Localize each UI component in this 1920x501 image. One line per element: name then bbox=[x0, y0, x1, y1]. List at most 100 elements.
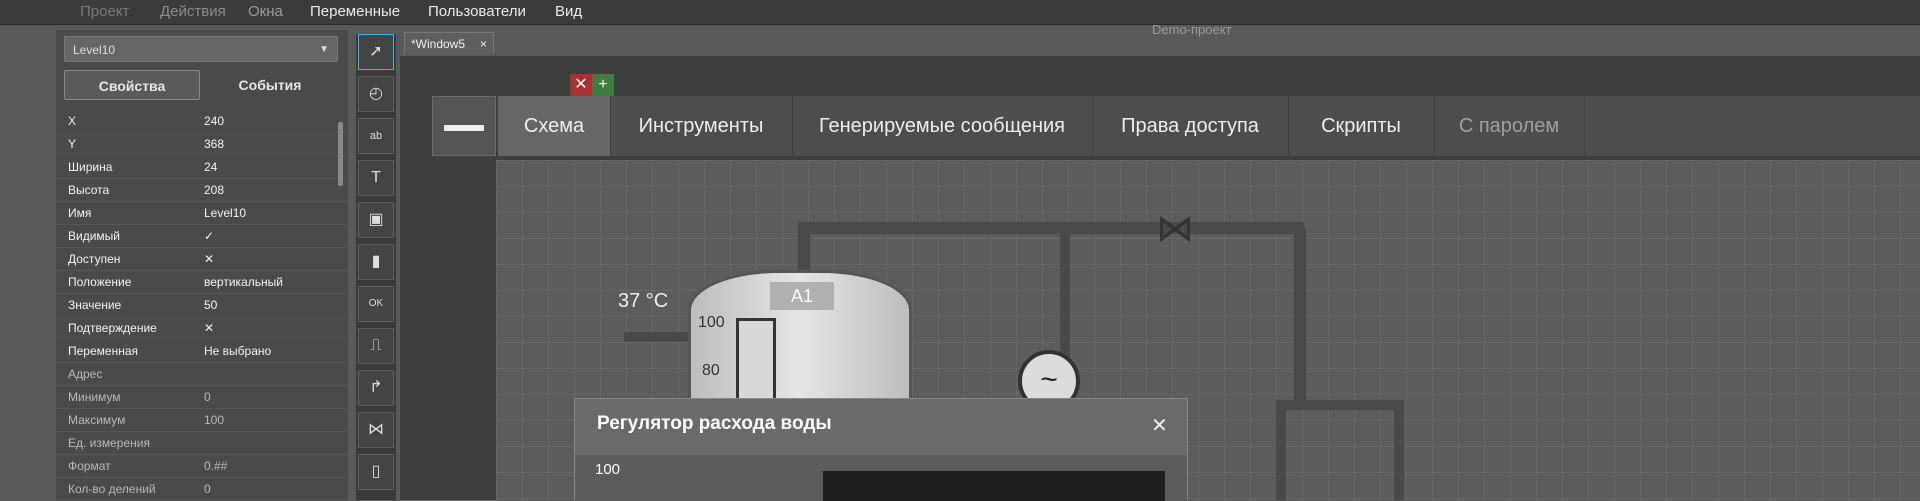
property-value[interactable]: Не выбрано bbox=[204, 344, 271, 358]
tab-scripts[interactable]: Скрипты bbox=[1288, 96, 1435, 156]
menu-variables[interactable]: Переменные bbox=[310, 3, 400, 20]
property-value[interactable]: 0.## bbox=[204, 459, 227, 473]
property-key: Имя bbox=[68, 206, 92, 220]
document-tab[interactable]: *Window5 × bbox=[404, 32, 494, 54]
property-row[interactable]: Видимый ✓ bbox=[56, 225, 346, 248]
pipe bbox=[1060, 228, 1070, 358]
property-row[interactable]: Адрес bbox=[56, 363, 346, 386]
shapes-icon[interactable]: ◴ bbox=[358, 76, 394, 112]
tab-access[interactable]: Права доступа bbox=[1092, 96, 1289, 156]
properties-tabs: Свойства События bbox=[64, 70, 338, 100]
tab-password[interactable]: С паролем bbox=[1434, 96, 1585, 156]
valve-icon[interactable]: ⋈ bbox=[358, 412, 394, 448]
tab-scheme[interactable]: Схема bbox=[498, 96, 611, 156]
gauge-icon[interactable]: ▮ bbox=[358, 244, 394, 280]
trend-display bbox=[823, 471, 1165, 501]
menu-windows[interactable]: Окна bbox=[248, 3, 283, 20]
property-key: Максимум bbox=[68, 413, 126, 427]
hamburger-icon[interactable]: ▬▬ bbox=[432, 96, 496, 156]
property-row[interactable]: Имя Level10 bbox=[56, 202, 346, 225]
pipe bbox=[1294, 228, 1306, 408]
property-row[interactable]: Кол-во делений 0 bbox=[56, 478, 346, 501]
property-row[interactable]: Максимум 100 bbox=[56, 409, 346, 432]
valve-icon[interactable]: ⋈ bbox=[1156, 210, 1194, 248]
property-row[interactable]: Доступен ✕ bbox=[56, 248, 346, 271]
property-row[interactable]: Высота 208 bbox=[56, 179, 346, 202]
properties-panel: Level10 ▼ Свойства События X 240 Y 368 Шир… bbox=[56, 30, 348, 501]
property-dropdown[interactable]: вертикальный bbox=[204, 275, 283, 289]
property-value[interactable]: 50 bbox=[204, 298, 217, 312]
cross-icon[interactable]: ✕ bbox=[204, 252, 214, 266]
pipe bbox=[624, 332, 694, 342]
property-row[interactable]: Ширина 24 bbox=[56, 156, 346, 179]
property-row[interactable]: Подтверждение ✕ bbox=[56, 317, 346, 340]
document-tab-title: *Window5 bbox=[411, 37, 466, 51]
chevron-down-icon: ▼ bbox=[319, 44, 329, 55]
property-key: Положение bbox=[68, 275, 132, 289]
property-key: Адрес bbox=[68, 367, 103, 381]
tab-events[interactable]: События bbox=[202, 70, 338, 100]
pipe bbox=[1276, 400, 1404, 410]
property-key: Минимум bbox=[68, 390, 121, 404]
cross-icon[interactable]: ✕ bbox=[204, 321, 214, 335]
property-key: Высота bbox=[68, 183, 110, 197]
image-icon[interactable]: ▣ bbox=[358, 202, 394, 238]
property-key: Y bbox=[68, 137, 77, 151]
tab-messages[interactable]: Генерируемые сообщения bbox=[792, 96, 1093, 156]
checkmark-icon[interactable]: ✓ bbox=[204, 229, 214, 243]
text-icon[interactable]: T bbox=[358, 160, 394, 196]
tab-properties[interactable]: Свойства bbox=[64, 70, 200, 100]
property-value[interactable]: 24 bbox=[204, 160, 217, 174]
property-row[interactable]: Положение вертикальный bbox=[56, 271, 346, 294]
property-row[interactable]: Ед. измерения bbox=[56, 432, 346, 455]
flow-regulator-dialog: Регулятор расхода воды ✕ 100 bbox=[574, 398, 1188, 501]
property-key: Кол-во делений bbox=[68, 482, 156, 496]
add-tab-button[interactable]: + bbox=[592, 74, 614, 96]
menu-view[interactable]: Вид bbox=[555, 3, 582, 20]
device-icon[interactable]: ▯ bbox=[358, 454, 394, 490]
close-icon[interactable]: ✕ bbox=[1151, 413, 1168, 438]
scale-label: 100 bbox=[595, 461, 621, 478]
cursor-icon[interactable]: ➚ bbox=[358, 34, 394, 70]
property-key: X bbox=[68, 114, 77, 128]
menu-bar: Проект Действия Окна Переменные Пользова… bbox=[0, 0, 1920, 25]
pipe-icon[interactable]: ↱ bbox=[358, 370, 394, 406]
properties-scrollbar[interactable] bbox=[338, 122, 343, 186]
property-value[interactable]: 368 bbox=[204, 137, 224, 151]
property-row[interactable]: Переменная Не выбрано bbox=[56, 340, 346, 363]
tank-label: A1 bbox=[770, 282, 834, 310]
dialog-title: Регулятор расхода воды bbox=[597, 413, 832, 434]
property-key: Переменная bbox=[68, 344, 138, 358]
pipe bbox=[800, 222, 1304, 234]
close-icon[interactable]: × bbox=[480, 33, 487, 55]
object-selector[interactable]: Level10 ▼ bbox=[64, 36, 338, 62]
property-row[interactable]: X 240 bbox=[56, 110, 346, 133]
tab-instruments[interactable]: Инструменты bbox=[610, 96, 793, 156]
property-value[interactable]: 0 bbox=[204, 482, 211, 496]
property-row[interactable]: Значение 50 bbox=[56, 294, 346, 317]
property-value[interactable]: 240 bbox=[204, 114, 224, 128]
property-value[interactable]: Level10 bbox=[204, 206, 246, 220]
property-row[interactable]: Минимум 0 bbox=[56, 386, 346, 409]
remove-tab-button[interactable]: ✕ bbox=[570, 74, 592, 96]
property-value[interactable]: 208 bbox=[204, 183, 224, 197]
property-grid: X 240 Y 368 Ширина 24 Высота 208 Имя Level10 … bbox=[56, 110, 346, 501]
menu-project[interactable]: Проект bbox=[80, 3, 129, 20]
temperature-label: 37 °C bbox=[618, 290, 669, 312]
property-row[interactable]: Y 368 bbox=[56, 133, 346, 156]
switch-icon[interactable]: ⎍ bbox=[358, 328, 394, 364]
property-row[interactable]: Формат 0.## bbox=[56, 455, 346, 478]
property-key: Подтверждение bbox=[68, 321, 157, 335]
property-key: Формат bbox=[68, 459, 111, 473]
property-value[interactable]: 0 bbox=[204, 390, 211, 404]
ok-button-icon[interactable]: OK bbox=[358, 286, 394, 322]
property-key: Ширина bbox=[68, 160, 113, 174]
gauge-label: 100 bbox=[698, 314, 725, 331]
property-value[interactable]: 100 bbox=[204, 413, 224, 427]
menu-actions[interactable]: Действия bbox=[160, 3, 226, 20]
textbox-icon[interactable]: ab bbox=[358, 118, 394, 154]
pipe bbox=[1276, 400, 1286, 500]
gauge-label: 80 bbox=[702, 362, 720, 379]
property-key: Значение bbox=[68, 298, 122, 312]
menu-users[interactable]: Пользователи bbox=[428, 3, 526, 20]
